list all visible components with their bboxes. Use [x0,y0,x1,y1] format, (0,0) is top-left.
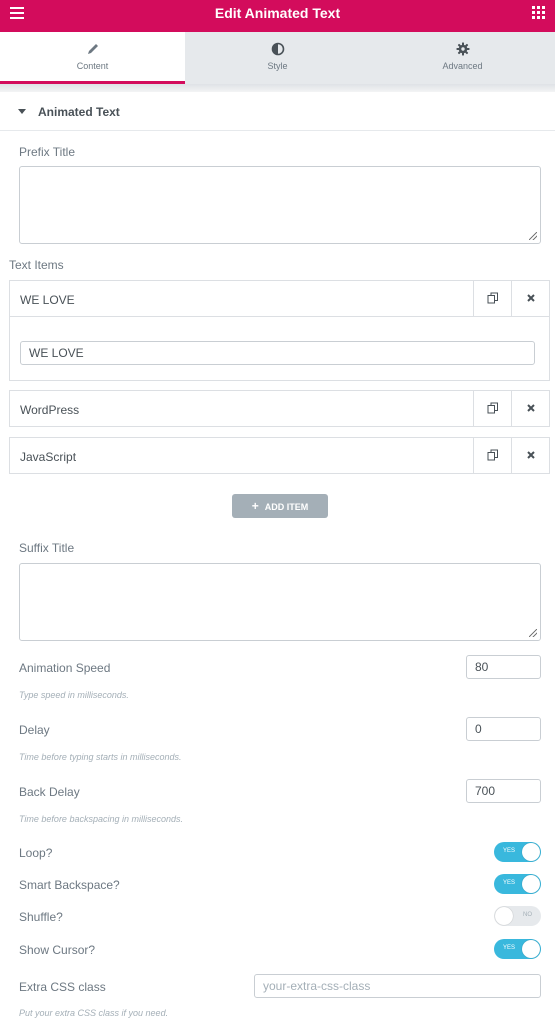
tabs-divider [0,84,555,92]
copy-icon [487,402,498,414]
loop-switch-text: YES [503,848,516,854]
plus-icon: + [251,499,259,513]
close-icon [527,404,535,412]
back-delay-input[interactable]: 700 [466,779,541,803]
remove-button[interactable] [511,281,549,316]
duplicate-button[interactable] [473,391,511,426]
tab-content-label: Content [76,61,109,71]
tab-advanced-label: Advanced [442,61,483,71]
remove-button[interactable] [511,391,549,426]
gear-icon [456,42,469,56]
panel-title: Edit Animated Text [214,5,341,21]
remove-button[interactable] [511,438,549,473]
extra-css-desc: Put your extra CSS class if you need. [19,1008,169,1018]
back-delay-desc: Time before backspacing in milliseconds. [19,814,183,824]
delay-input[interactable]: 0 [466,717,541,741]
caret-down-icon [18,109,26,114]
loop-label: Loop? [19,846,53,860]
grid-icon[interactable] [532,6,545,19]
switch-knob [522,843,540,861]
loop-switch[interactable]: YES [494,842,541,862]
repeater-item-title: WordPress [20,403,80,417]
delay-label: Delay [19,723,50,737]
section-animated-text[interactable]: Animated Text [0,92,555,131]
show-cursor-label: Show Cursor? [19,943,96,957]
suffix-title-textarea[interactable] [19,563,541,641]
switch-knob [522,940,540,958]
animation-speed-desc: Type speed in milliseconds. [19,690,129,700]
shuffle-label: Shuffle? [19,910,63,924]
smart-backspace-switch[interactable]: YES [494,874,541,894]
duplicate-button[interactable] [473,438,511,473]
pencil-icon [87,44,98,54]
resize-grip-icon[interactable] [529,232,537,240]
prefix-title-textarea[interactable] [19,166,541,244]
repeater-item-title: JavaScript [20,450,77,464]
suffix-title-label: Suffix Title [19,541,75,555]
smart-backspace-label: Smart Backspace? [19,878,120,892]
duplicate-button[interactable] [473,281,511,316]
tab-content[interactable]: Content [0,32,185,84]
text-item-input[interactable]: WE LOVE [20,341,535,365]
smart-backspace-switch-text: YES [503,880,516,886]
animation-speed-input[interactable]: 80 [466,655,541,679]
panel-tabs: Content Style Advanced [0,32,555,84]
tab-style-label: Style [267,61,288,71]
half-circle-icon [271,42,284,56]
switch-knob [522,875,540,893]
top-bar: Edit Animated Text [0,0,555,32]
repeater-item-wordpress[interactable]: WordPress [9,390,550,427]
switch-knob [495,907,513,925]
add-item-label: ADD ITEM [264,502,309,512]
text-items-label: Text Items [9,258,64,272]
resize-grip-icon[interactable] [529,629,537,637]
prefix-title-label: Prefix Title [19,145,76,159]
delay-desc: Time before typing starts in millisecond… [19,752,182,762]
animation-speed-label: Animation Speed [19,661,111,675]
add-item-button[interactable]: + ADD ITEM [232,494,328,518]
back-delay-label: Back Delay [19,785,80,799]
repeater-item-title: WE LOVE [20,293,75,307]
show-cursor-switch[interactable]: YES [494,939,541,959]
section-title: Animated Text [38,105,120,119]
repeater-item-body: WE LOVE [9,317,550,381]
repeater-item-javascript[interactable]: JavaScript [9,437,550,474]
show-cursor-switch-text: YES [503,945,516,951]
close-icon [527,451,535,459]
tab-advanced[interactable]: Advanced [370,32,555,84]
close-icon [527,294,535,302]
extra-css-input[interactable]: your-extra-css-class [254,974,541,998]
extra-css-label: Extra CSS class [19,980,106,994]
copy-icon [487,292,498,304]
tab-style[interactable]: Style [185,32,370,84]
repeater-item-we-love[interactable]: WE LOVE [9,280,550,317]
shuffle-switch-text: NO [523,912,532,918]
shuffle-switch[interactable]: NO [494,906,541,926]
copy-icon [487,449,498,461]
